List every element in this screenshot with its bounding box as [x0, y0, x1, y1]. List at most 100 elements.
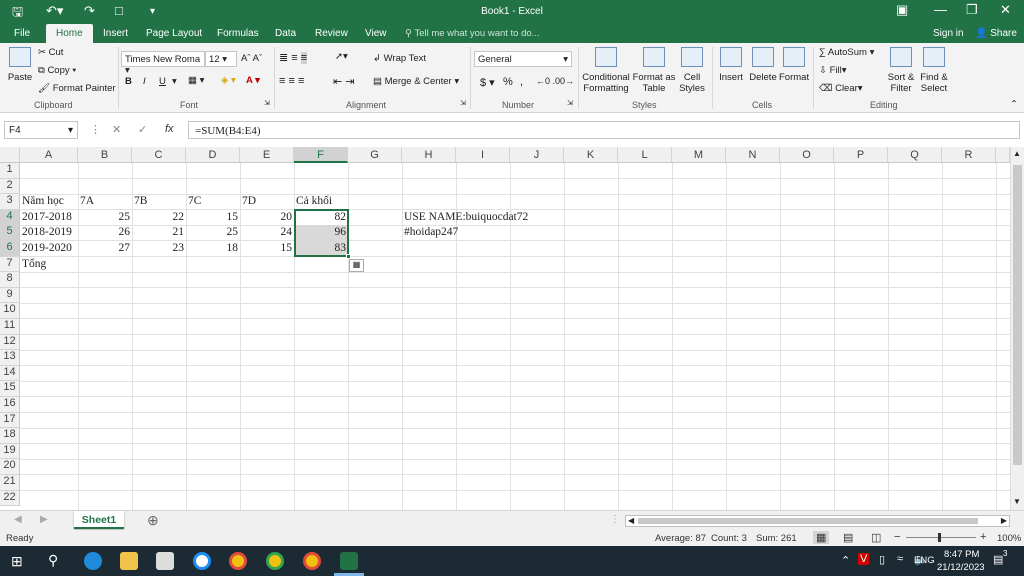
sheet-tab-sheet1[interactable]: Sheet1	[74, 511, 124, 529]
vertical-scrollbar[interactable]: ▲ ▼	[1010, 147, 1024, 510]
tab-review[interactable]: Review	[315, 28, 348, 39]
column-header[interactable]: Q	[888, 147, 942, 163]
column-header[interactable]: E	[240, 147, 294, 163]
hscroll-thumb[interactable]	[638, 518, 978, 524]
currency-button[interactable]: $ ▾	[480, 76, 495, 89]
row-header[interactable]: 3	[0, 194, 20, 210]
font-color-icon[interactable]: A ▾	[246, 75, 260, 86]
clear-button[interactable]: ⌫ Clear▾	[819, 83, 863, 94]
cell-a3[interactable]: Năm học	[20, 194, 66, 209]
cut-button[interactable]: ✂ Cut	[38, 47, 63, 58]
tab-formulas[interactable]: Formulas	[217, 28, 259, 39]
row-header[interactable]: 4	[0, 209, 20, 226]
column-header[interactable]	[996, 147, 1010, 163]
merge-center-button[interactable]: ▤ Merge & Center ▾	[373, 76, 459, 87]
column-header[interactable]: B	[78, 147, 132, 163]
battery-icon[interactable]: ▯	[879, 553, 885, 566]
cell-b3[interactable]: 7A	[78, 194, 96, 209]
cell-e6[interactable]: 15	[240, 241, 294, 256]
italic-button[interactable]: I	[143, 76, 146, 87]
row-header[interactable]: 21	[0, 475, 20, 491]
row-header[interactable]: 18	[0, 428, 20, 444]
formula-input[interactable]: =SUM(B4:E4)	[188, 121, 1020, 139]
next-sheet-icon[interactable]: ▶	[40, 514, 48, 525]
sort-filter-button[interactable]: Sort & Filter	[885, 47, 917, 94]
scroll-thumb[interactable]	[1013, 165, 1022, 465]
zoom-in-icon[interactable]: +	[980, 531, 986, 543]
insert-cells-button[interactable]: Insert	[716, 47, 746, 83]
column-header[interactable]: M	[672, 147, 726, 163]
cell-b6[interactable]: 27	[78, 241, 132, 256]
number-format-select[interactable]: General ▾	[474, 51, 572, 67]
find-select-button[interactable]: Find & Select	[918, 47, 950, 94]
input-language[interactable]: ENG	[914, 555, 935, 566]
edge-icon[interactable]	[84, 552, 102, 570]
copy-button[interactable]: ⧉ Copy ▾	[38, 65, 76, 76]
cell-styles-button[interactable]: Cell Styles	[676, 47, 708, 94]
share-button[interactable]: 👤 Share	[975, 28, 1017, 39]
fill-color-icon[interactable]: ◈ ▾	[221, 75, 236, 86]
collapse-ribbon-icon[interactable]: ⌃	[1010, 99, 1018, 110]
align-top-icon[interactable]: ≣ ≡ ≡	[279, 51, 308, 64]
row-header[interactable]: 5	[0, 225, 20, 241]
format-painter-button[interactable]: 🖌 Format Painter	[38, 83, 116, 94]
align-left-icon[interactable]: ≡ ≡ ≡	[279, 75, 304, 87]
indent-icon[interactable]: ⇤ ⇥	[333, 75, 355, 88]
close-icon[interactable]: ✕	[1000, 2, 1011, 18]
wrap-text-button[interactable]: ↲ Wrap Text	[373, 53, 426, 64]
cell-d3[interactable]: 7C	[186, 194, 203, 209]
insert-function-icon[interactable]: fx	[165, 123, 174, 135]
conditional-formatting-button[interactable]: Conditional Formatting	[580, 47, 632, 94]
tab-insert[interactable]: Insert	[103, 28, 128, 39]
windows-start-icon[interactable]: ⊞	[11, 553, 23, 570]
unikey-icon[interactable]: V	[858, 553, 870, 565]
cell-a4[interactable]: 2017-2018	[20, 210, 74, 225]
delete-cells-button[interactable]: Delete	[748, 47, 778, 83]
ribbon-display-icon[interactable]: ▣	[896, 2, 908, 18]
column-header[interactable]: H	[402, 147, 456, 163]
cell-b5[interactable]: 26	[78, 225, 132, 240]
tab-split-icon[interactable]: ⋮	[610, 514, 620, 525]
cell-d4[interactable]: 15	[186, 210, 240, 225]
row-header[interactable]: 8	[0, 272, 20, 288]
add-sheet-icon[interactable]: ⊕	[147, 512, 159, 529]
column-header[interactable]: L	[618, 147, 672, 163]
row-header[interactable]: 19	[0, 443, 20, 460]
normal-view-icon[interactable]: ▦	[813, 531, 830, 544]
row-header[interactable]: 15	[0, 381, 20, 397]
decimal-icon[interactable]: ←0 .00→	[536, 76, 574, 86]
autosum-button[interactable]: ∑ AutoSum ▾	[819, 47, 874, 58]
chrome-icon[interactable]	[229, 552, 247, 570]
cell-d5[interactable]: 25	[186, 225, 240, 240]
column-header[interactable]: D	[186, 147, 240, 163]
cell-d6[interactable]: 18	[186, 241, 240, 256]
tab-data[interactable]: Data	[275, 28, 296, 39]
row-header[interactable]: 16	[0, 397, 20, 413]
cell-f5[interactable]: 96	[294, 225, 348, 240]
row-header[interactable]: 10	[0, 303, 20, 319]
column-header[interactable]: G	[348, 147, 402, 163]
underline-button[interactable]: U	[159, 76, 166, 87]
column-header[interactable]: R	[942, 147, 996, 163]
row-header[interactable]: 6	[0, 241, 20, 257]
clock-time[interactable]: 8:47 PM	[944, 549, 979, 560]
sign-in-link[interactable]: Sign in	[933, 28, 964, 39]
column-header[interactable]: A	[20, 147, 78, 163]
cell-h5[interactable]: #hoidap247	[402, 225, 460, 240]
row-header[interactable]: 13	[0, 350, 20, 366]
file-explorer-icon[interactable]	[120, 552, 138, 570]
tab-home[interactable]: Home	[46, 24, 93, 43]
tell-me-box[interactable]: ⚲ Tell me what you want to do...	[405, 28, 540, 39]
page-layout-view-icon[interactable]: ▤	[843, 531, 853, 544]
restore-icon[interactable]: ❐	[966, 2, 978, 18]
paste-button[interactable]: Paste	[6, 47, 34, 83]
row-header[interactable]: 22	[0, 490, 20, 507]
row-header[interactable]: 2	[0, 178, 20, 195]
zoom-slider[interactable]	[906, 537, 976, 538]
column-header[interactable]: N	[726, 147, 780, 163]
enter-icon[interactable]: ✓	[138, 123, 147, 136]
cell-f3[interactable]: Cả khối	[294, 194, 334, 209]
font-size-select[interactable]: 12 ▾	[205, 51, 237, 67]
scroll-down-icon[interactable]: ▼	[1013, 497, 1021, 506]
column-header[interactable]: I	[456, 147, 510, 163]
